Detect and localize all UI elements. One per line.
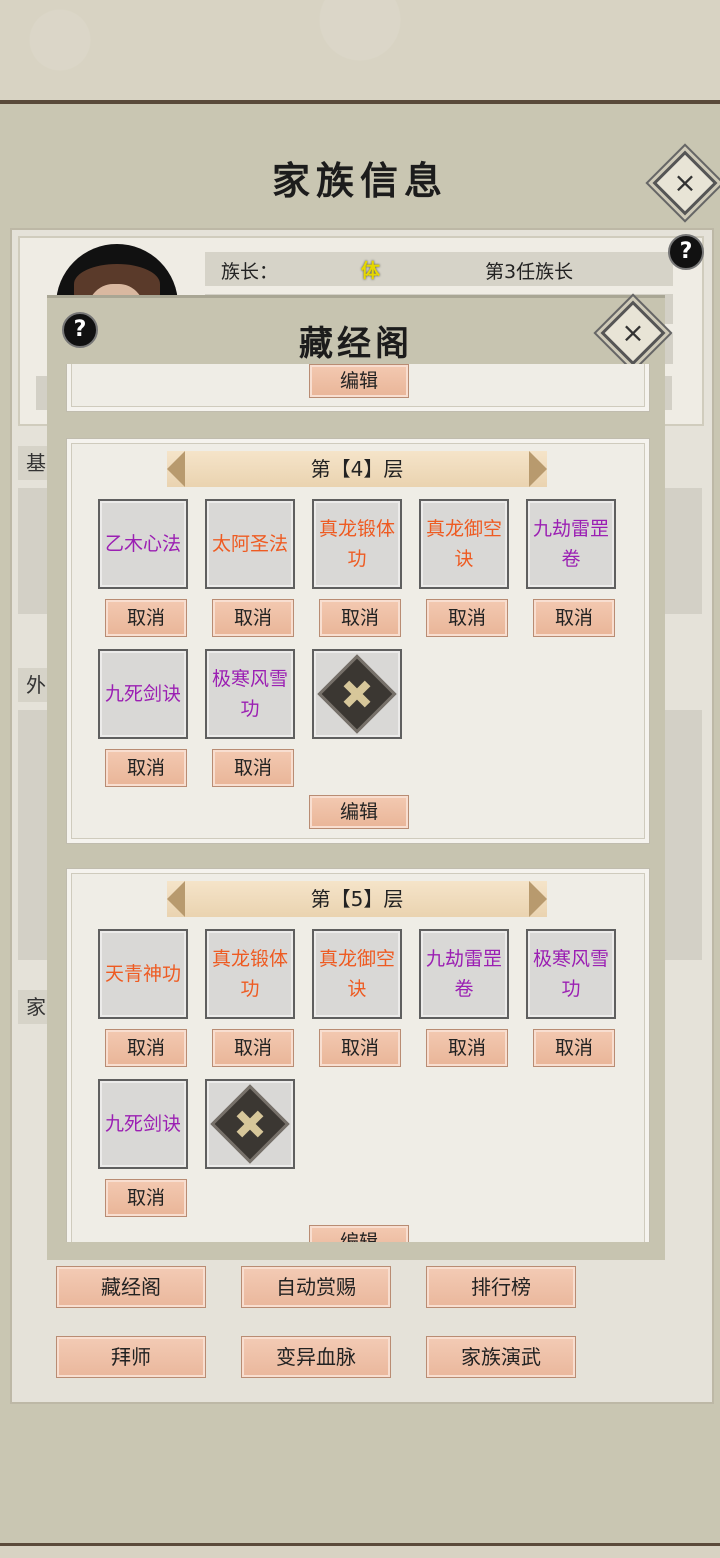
skill-slot[interactable]: 九死剑诀 (98, 1079, 188, 1169)
floor-list[interactable]: 编辑 第【4】层 乙木心法 太阿圣法 真龙锻体功 真龙御空诀 九劫雷罡卷 取消 … (66, 364, 650, 1242)
skill-slot[interactable]: 乙木心法 (98, 499, 188, 589)
top-decor (0, 0, 720, 104)
edit-button[interactable]: 编辑 (309, 1225, 409, 1242)
add-slot[interactable] (205, 1079, 295, 1169)
floor-card: 第【4】层 乙木心法 太阿圣法 真龙锻体功 真龙御空诀 九劫雷罡卷 取消 取消 … (66, 438, 650, 844)
cancel-button[interactable]: 取消 (212, 749, 294, 787)
cancel-button[interactable]: 取消 (105, 1029, 187, 1067)
skill-slot[interactable]: 真龙御空诀 (419, 499, 509, 589)
floor-card: 编辑 (66, 364, 650, 412)
floor-header: 第【5】层 (167, 881, 547, 917)
modal-title: 藏经阁 (299, 324, 413, 364)
cancel-button[interactable]: 取消 (533, 599, 615, 637)
plus-icon (317, 654, 397, 734)
skill-slot[interactable]: 九死剑诀 (98, 649, 188, 739)
add-slot[interactable] (312, 649, 402, 739)
modal-help-button[interactable]: ? (62, 312, 98, 348)
skill-slot[interactable]: 九劫雷罡卷 (526, 499, 616, 589)
help-button[interactable]: ? (668, 234, 704, 270)
floor-card: 第【5】层 天青神功 真龙锻体功 真龙御空诀 九劫雷罡卷 极寒风雪功 取消 取消… (66, 868, 650, 1242)
chief-label: 族长： (221, 261, 279, 283)
skill-slot[interactable]: 真龙锻体功 (312, 499, 402, 589)
skill-slot[interactable]: 真龙锻体功 (205, 929, 295, 1019)
prev-arrow-icon[interactable] (167, 881, 185, 917)
cancel-button[interactable]: 取消 (105, 1179, 187, 1217)
library-button[interactable]: 藏经阁 (56, 1266, 206, 1308)
martial-drill-button[interactable]: 家族演武 (426, 1336, 576, 1378)
edit-button[interactable]: 编辑 (309, 364, 409, 398)
floor-header: 第【4】层 (167, 451, 547, 487)
close-icon: × (673, 166, 697, 199)
cancel-button[interactable]: 取消 (319, 1029, 401, 1067)
skill-slot[interactable]: 极寒风雪功 (526, 929, 616, 1019)
cancel-button[interactable]: 取消 (105, 599, 187, 637)
next-arrow-icon[interactable] (529, 881, 547, 917)
bloodline-button[interactable]: 变异血脉 (241, 1336, 391, 1378)
skill-slot[interactable]: 九劫雷罡卷 (419, 929, 509, 1019)
plus-icon (210, 1084, 290, 1164)
cancel-button[interactable]: 取消 (212, 599, 294, 637)
cancel-button[interactable]: 取消 (426, 1029, 508, 1067)
cancel-button[interactable]: 取消 (426, 599, 508, 637)
skill-slot[interactable]: 真龙御空诀 (312, 929, 402, 1019)
edit-button[interactable]: 编辑 (309, 795, 409, 829)
cancel-button[interactable]: 取消 (533, 1029, 615, 1067)
auto-reward-button[interactable]: 自动赏赐 (241, 1266, 391, 1308)
skill-slot[interactable]: 天青神功 (98, 929, 188, 1019)
skill-slot[interactable]: 极寒风雪功 (205, 649, 295, 739)
page-title: 家族信息 (271, 158, 448, 203)
cancel-button[interactable]: 取消 (212, 1029, 294, 1067)
cancel-button[interactable]: 取消 (105, 749, 187, 787)
close-icon: × (621, 316, 645, 349)
skill-slot[interactable]: 太阿圣法 (205, 499, 295, 589)
chief-tag: 体 (361, 260, 381, 282)
apprentice-button[interactable]: 拜师 (56, 1336, 206, 1378)
ranking-button[interactable]: 排行榜 (426, 1266, 576, 1308)
chief-row: 族长： 体 第3任族长 (205, 252, 673, 286)
cancel-button[interactable]: 取消 (319, 599, 401, 637)
prev-arrow-icon[interactable] (167, 451, 185, 487)
chief-rank: 第3任族长 (485, 261, 574, 283)
next-arrow-icon[interactable] (529, 451, 547, 487)
bottom-decor (0, 1543, 720, 1558)
